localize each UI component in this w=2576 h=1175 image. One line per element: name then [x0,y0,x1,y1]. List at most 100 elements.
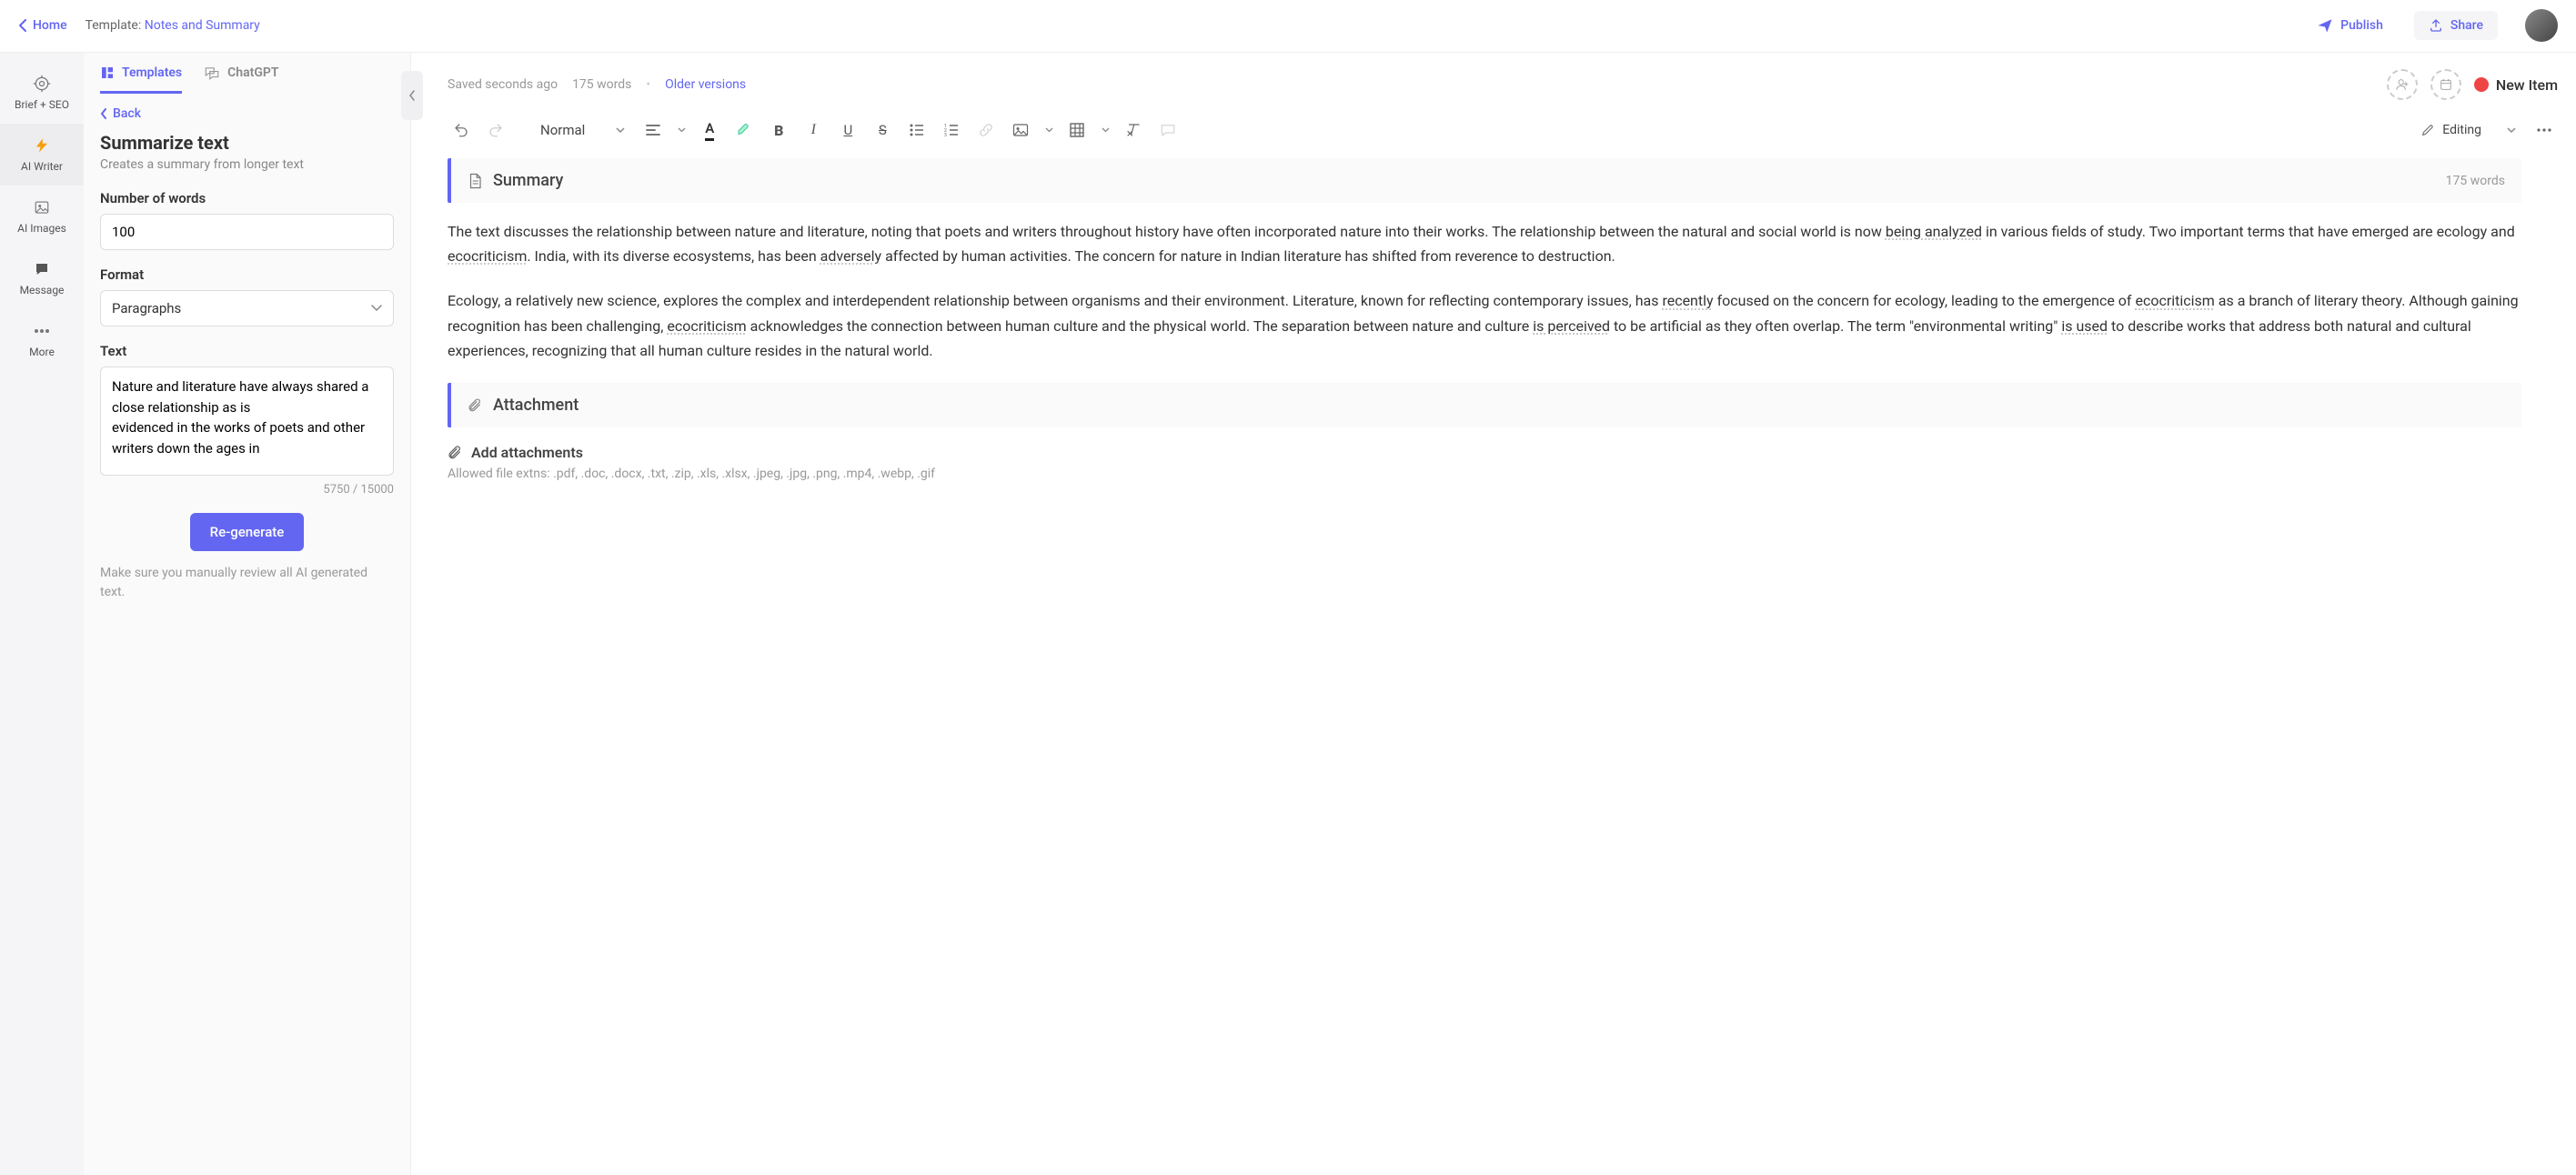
more-options-button[interactable] [2531,116,2558,144]
image-icon [33,198,51,216]
chevron-down-icon [2507,127,2516,134]
redo-button[interactable] [482,116,509,144]
side-panel: Templates ChatGPT Back Summarize text Cr… [84,53,411,1175]
section-title: Attachment [493,396,2505,415]
section-word-count: 175 words [2446,174,2505,188]
summary-paragraph-1[interactable]: The text discusses the relationship betw… [448,219,2521,268]
paperclip-icon [468,397,482,413]
left-rail: Brief + SEO AI Writer AI Images Message … [0,53,84,1175]
text-input[interactable] [100,367,394,476]
paragraph-style-select[interactable]: Normal [533,118,632,142]
upload-icon [2429,18,2443,33]
save-status: Saved seconds ago [448,77,558,92]
underline-button[interactable]: U [834,116,861,144]
num-words-input[interactable] [100,214,394,250]
rail-label: Message [20,284,65,296]
format-select[interactable]: Paragraphs [100,290,394,326]
home-label: Home [33,18,67,33]
table-button[interactable] [1063,116,1091,144]
char-count: 5750 / 15000 [100,483,394,497]
home-link[interactable]: Home [18,18,67,33]
chevron-down-icon [371,305,382,312]
top-header: Home Template: Notes and Summary Publish… [0,0,2576,52]
older-versions-link[interactable]: Older versions [665,77,746,92]
editor-toolbar: Normal A B I U S 123 [448,109,2558,158]
bullet-list-button[interactable] [903,116,931,144]
text-label: Text [100,343,394,359]
template-prefix: Template: [86,18,145,33]
strikethrough-button[interactable]: S [869,116,896,144]
attachment-hint: Allowed file extns: .pdf, .doc, .docx, .… [448,467,2521,481]
paperclip-icon [448,444,462,460]
target-icon [33,75,51,93]
editor-header: Saved seconds ago 175 words • Older vers… [448,53,2558,109]
text-color-button[interactable]: A [696,116,723,144]
avatar[interactable] [2525,9,2558,42]
chat-bubbles-icon [204,65,220,80]
share-button[interactable]: Share [2414,11,2498,40]
calendar-icon [2439,77,2453,92]
back-link[interactable]: Back [100,106,394,121]
bold-button[interactable]: B [765,116,792,144]
collapse-panel-button[interactable] [401,71,423,120]
align-button[interactable] [639,116,667,144]
undo-button[interactable] [448,116,475,144]
rail-more[interactable]: More [0,309,84,371]
back-label: Back [113,106,141,121]
templates-icon [100,65,115,80]
separator: • [646,77,650,92]
summary-paragraph-2[interactable]: Ecology, a relatively new science, explo… [448,288,2521,363]
panel-tabs: Templates ChatGPT [84,53,410,94]
rail-label: More [29,346,55,358]
rail-label: AI Writer [21,160,63,173]
add-collaborator-button[interactable] [2387,69,2418,100]
share-label: Share [2450,18,2483,33]
italic-button[interactable]: I [800,116,827,144]
regenerate-button[interactable]: Re-generate [190,513,305,551]
attachment-section-header[interactable]: Attachment [448,383,2521,427]
status-dot-icon [2474,77,2489,92]
tab-chatgpt[interactable]: ChatGPT [204,65,278,94]
panel-subtitle: Creates a summary from longer text [100,157,394,172]
template-breadcrumb: Template: Notes and Summary [86,18,260,33]
tab-label: ChatGPT [227,65,278,80]
document-icon [468,173,482,189]
align-dropdown[interactable] [674,116,689,144]
status-label: New Item [2496,76,2558,94]
image-button[interactable] [1007,116,1034,144]
review-note: Make sure you manually review all AI gen… [100,564,394,602]
template-name[interactable]: Notes and Summary [145,18,260,33]
add-date-button[interactable] [2430,69,2461,100]
numbered-list-button[interactable]: 123 [938,116,965,144]
rail-ai-images[interactable]: AI Images [0,186,84,247]
add-attachments-button[interactable]: Add attachments [448,444,2521,461]
publish-label: Publish [2340,18,2383,33]
chevron-left-icon [100,108,107,119]
format-label: Format [100,266,394,283]
add-attachments-label: Add attachments [471,444,583,461]
rail-label: AI Images [17,222,66,235]
publish-button[interactable]: Publish [2304,10,2396,41]
pencil-icon [2420,123,2435,137]
tab-templates[interactable]: Templates [100,65,182,94]
num-words-label: Number of words [100,190,394,206]
rail-brief-seo[interactable]: Brief + SEO [0,62,84,124]
rail-ai-writer[interactable]: AI Writer [0,124,84,186]
image-dropdown[interactable] [1041,116,1056,144]
editing-mode-select[interactable]: Editing [2413,119,2523,141]
svg-text:3: 3 [944,133,947,136]
summary-section-header[interactable]: Summary 175 words [448,158,2521,203]
highlight-button[interactable] [730,116,758,144]
editing-label: Editing [2442,123,2481,137]
format-value: Paragraphs [112,300,181,316]
table-dropdown[interactable] [1098,116,1112,144]
word-count: 175 words [572,77,631,92]
status-new-item[interactable]: New Item [2474,76,2558,94]
tab-label: Templates [122,65,182,80]
comment-button[interactable] [1154,116,1182,144]
clear-format-button[interactable] [1120,116,1147,144]
document-body[interactable]: Summary 175 words The text discusses the… [448,158,2558,1175]
style-value: Normal [540,122,585,138]
rail-message[interactable]: Message [0,247,84,309]
link-button[interactable] [972,116,1000,144]
